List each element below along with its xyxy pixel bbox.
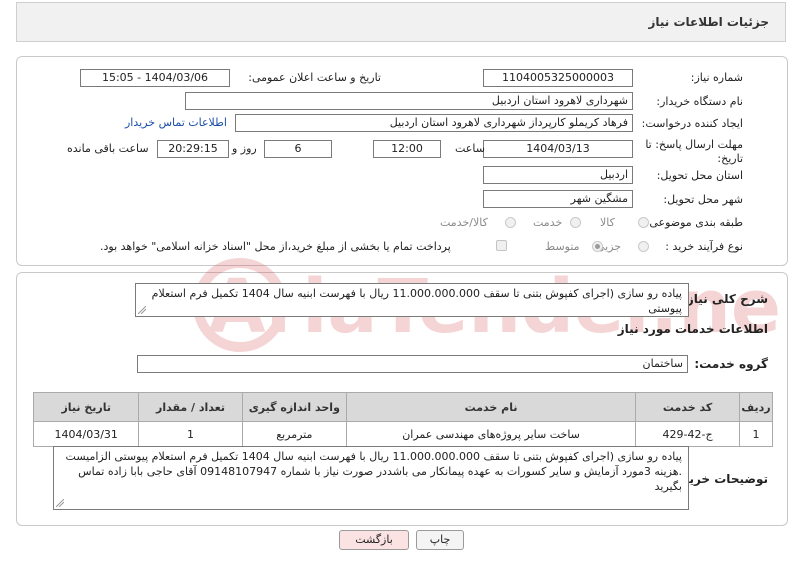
city-field: مشگین شهر [483,190,633,208]
province-label: استان محل تحویل: [656,169,743,182]
cell-unit: مترمربع [241,421,347,447]
table-row: 1 ج-42-429 ساخت سایر پروژه‌های مهندسی عم… [32,421,773,447]
services-section-title: اطلاعات خدمات مورد نیاز [617,322,768,336]
treasury-checkbox[interactable] [496,240,507,251]
col-date: تاریخ نیاز [32,392,140,422]
deadline-time-field: 12:00 [373,140,441,158]
cell-name: ساخت سایر پروژه‌های مهندسی عمران [345,421,637,447]
service-group-label: گروه خدمت: [694,357,768,371]
cell-qty: 1 [138,421,243,447]
requester-field: فرهاد کریملو کارپرداز شهرداری لاهرود است… [235,114,633,132]
buyer-notes-textarea: پیاده رو سازی (اجرای کفپوش بتنی تا سقف 1… [53,446,689,510]
province-field: اردبیل [483,166,633,184]
process-option-medium: متوسط [545,240,580,253]
table-header-row: ردیف کد خدمت نام خدمت واحد اندازه گیری ت… [32,392,773,422]
deadline-date-field: 1404/03/13 [483,140,633,158]
buyer-org-field: شهرداری لاهرود استان اردبیل [185,92,633,110]
cell-code: ج-42-429 [635,421,741,447]
remaining-time-field: 20:29:15 [157,140,229,158]
category-radio-service[interactable] [570,217,581,228]
announce-label: تاریخ و ساعت اعلان عمومی: [248,71,381,84]
announce-datetime-field: 1404/03/06 - 15:05 [80,69,230,87]
services-table: ردیف کد خدمت نام خدمت واحد اندازه گیری ت… [32,392,773,447]
summary-label: شرح کلی نیاز: [682,292,768,306]
col-unit: واحد اندازه گیری [241,392,347,422]
col-qty: تعداد / مقدار [138,392,243,422]
process-radio-medium[interactable] [592,241,603,252]
category-option-goods: کالا [600,216,615,229]
col-code: کد خدمت [635,392,741,422]
print-button[interactable]: چاپ [416,530,464,550]
category-label: طبقه بندی موضوعی: [645,216,743,229]
cell-date: 1404/03/31 [32,421,140,447]
category-radio-goods-service[interactable] [505,217,516,228]
service-group-field: ساختمان [137,355,688,373]
page-header: جزئیات اطلاعات نیاز [16,2,786,42]
deadline-time-label: ساعت [455,142,485,155]
col-name: نام خدمت [345,392,637,422]
days-label: روز و [232,142,257,155]
resize-grip-icon[interactable] [138,306,146,314]
remaining-time-label: ساعت باقی مانده [67,142,149,155]
buyer-notes-text: پیاده رو سازی (اجرای کفپوش بتنی تا سقف 1… [65,450,682,493]
category-option-goods-service: کالا/خدمت [440,216,488,229]
summary-text: پیاده رو سازی (اجرای کفپوش بتنی تا سقف 1… [151,287,682,315]
deadline-label: مهلت ارسال پاسخ: تا تاریخ: [645,138,743,165]
buyer-org-label: نام دستگاه خریدار: [656,95,743,108]
back-button[interactable]: بازگشت [339,530,409,550]
category-option-service: خدمت [533,216,563,229]
requester-label: ایجاد کننده درخواست: [641,117,743,130]
category-radio-goods[interactable] [638,217,649,228]
city-label: شهر محل تحویل: [663,193,743,206]
resize-grip-icon[interactable] [56,499,64,507]
treasury-note: پرداخت تمام یا بخشی از مبلغ خرید،از محل … [100,240,451,253]
process-radio-minor[interactable] [638,241,649,252]
summary-textarea: پیاده رو سازی (اجرای کفپوش بتنی تا سقف 1… [135,283,689,317]
need-number-field: 1104005325000003 [483,69,633,87]
days-remaining-field: 6 [264,140,332,158]
cell-row: 1 [739,421,773,447]
need-number-label: شماره نیاز: [690,71,743,84]
buyer-contact-link[interactable]: اطلاعات تماس خریدار [125,116,227,129]
process-label: نوع فرآیند خرید : [665,240,743,253]
col-row: ردیف [739,392,773,422]
page-title: جزئیات اطلاعات نیاز [648,15,769,29]
